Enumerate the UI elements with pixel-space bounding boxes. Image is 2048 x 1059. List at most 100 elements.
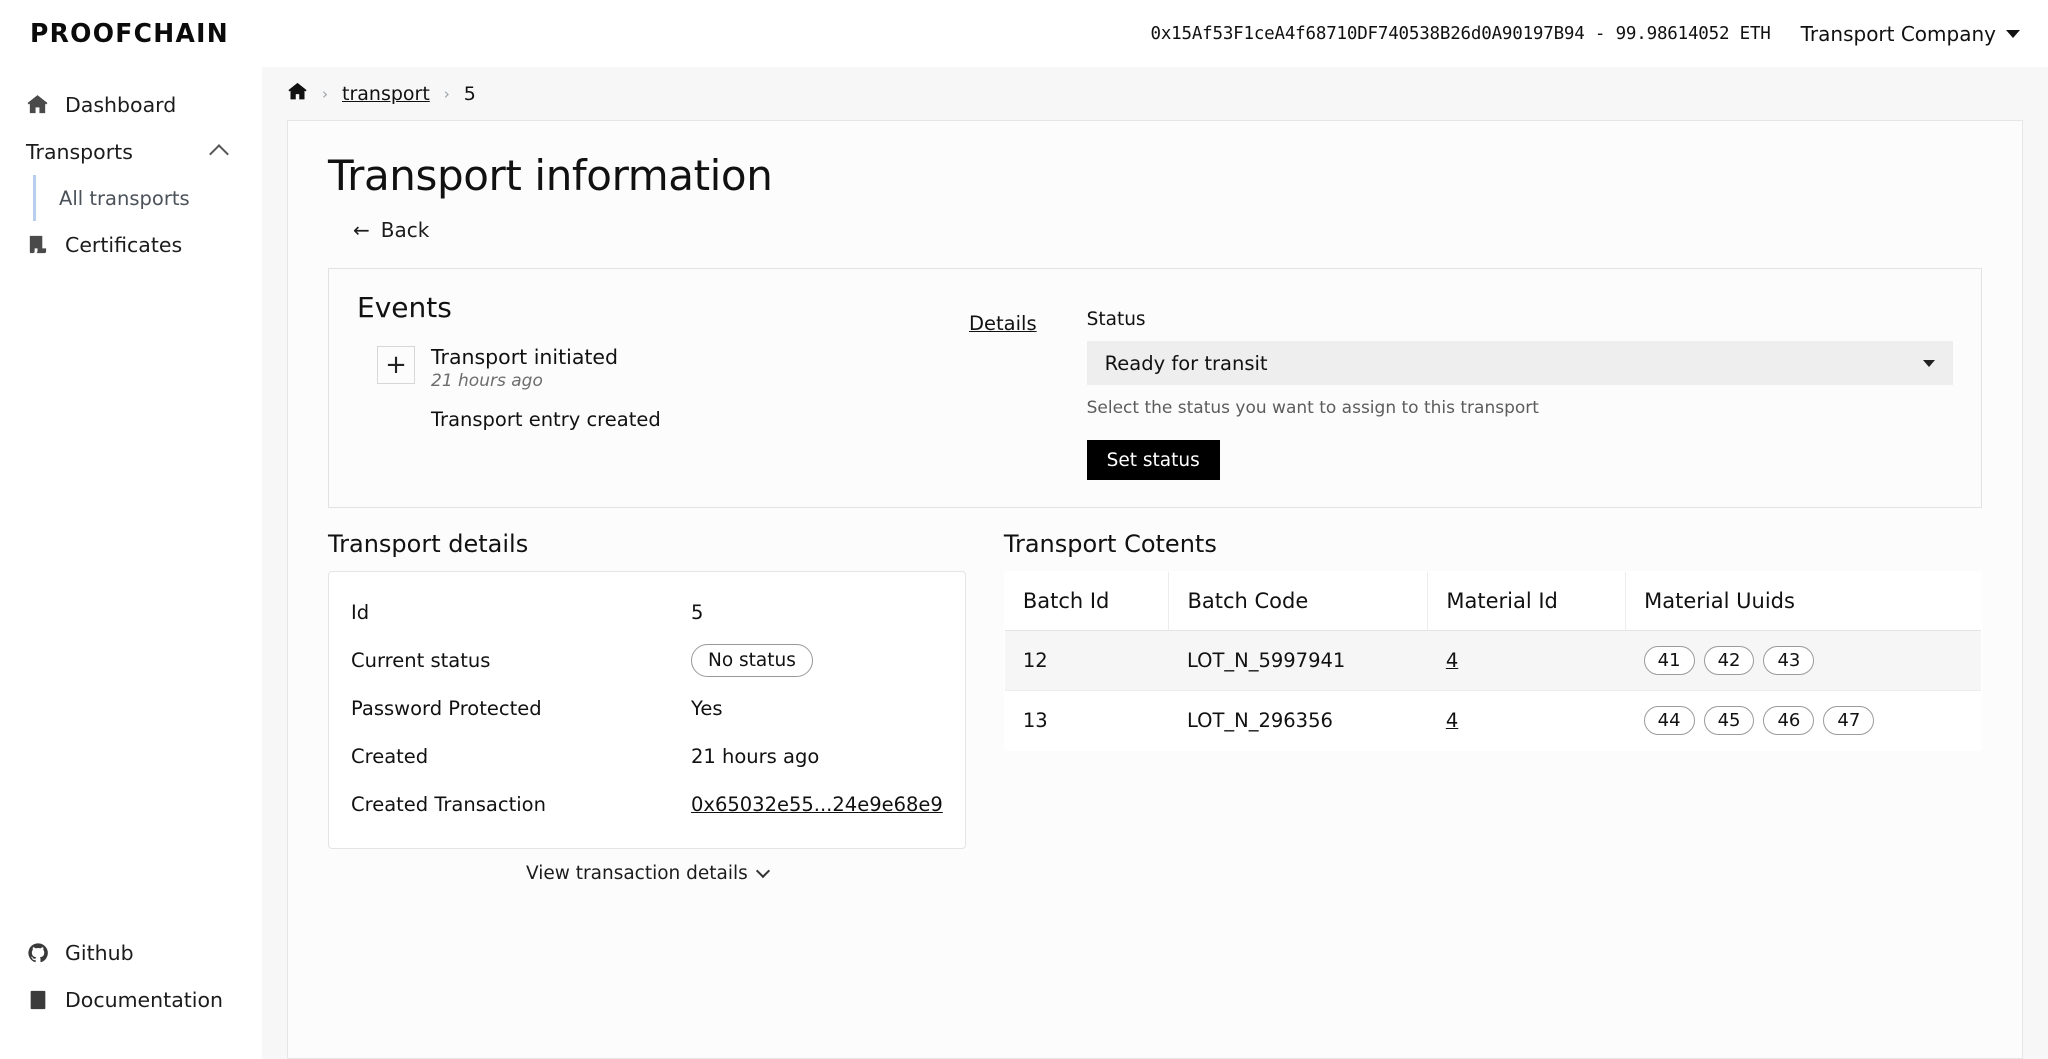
page-card: Transport information ← Back Events + Tr…	[287, 120, 2023, 1059]
sidebar-item-certificates[interactable]: Certificates	[0, 221, 262, 268]
event-timestamp: 21 hours ago	[431, 371, 543, 391]
sidebar-item-label: Certificates	[65, 232, 183, 257]
transport-details-card: Id 5 Current status No status Password Prote…	[328, 571, 966, 849]
body: Dashboard Transports All transports Cert…	[0, 67, 2048, 1059]
breadcrumb-separator: ›	[443, 84, 450, 103]
back-button[interactable]: ← Back	[353, 218, 429, 242]
account-name: Transport Company	[1800, 21, 1996, 46]
set-status-button[interactable]: Set status	[1086, 440, 1220, 480]
breadcrumb: › transport › 5	[262, 67, 2048, 120]
detail-value: Yes	[691, 696, 723, 720]
detail-row: Id 5	[351, 588, 943, 636]
expand-event-button[interactable]: +	[377, 346, 415, 384]
table-body: 12 LOT_N_5997941 4 41 42 43 13 LOT_N_296356 4 44 4…	[1004, 630, 1981, 751]
breadcrumb-current: 5	[463, 82, 476, 105]
status-badge: No status	[691, 643, 813, 677]
material-uuid-badge: 43	[1763, 646, 1815, 675]
table-row: 13 LOT_N_296356 4 44 45 46 47	[1005, 691, 1981, 751]
material-id-link[interactable]: 4	[1446, 709, 1458, 732]
transport-contents-table: Batch Id Batch Code Material Id Material Uu…	[1003, 571, 1982, 751]
material-uuid-list: 44 45 46 47	[1643, 706, 1963, 735]
app-root: PROOFCHAIN 0x15Af53F1ceA4f68710DF740538B…	[0, 0, 2048, 1059]
chevron-down-icon	[755, 863, 770, 879]
cell-batch-code: LOT_N_5997941	[1168, 630, 1428, 691]
sidebar-item-label: Github	[65, 940, 134, 965]
sidebar: Dashboard Transports All transports Cert…	[0, 67, 262, 1059]
transport-details-column: Transport details Id 5 Current status No st…	[328, 530, 966, 884]
status-field-hint: Select the status you want to assign to …	[1086, 398, 1539, 418]
view-transaction-details-toggle[interactable]: View transaction details	[328, 863, 966, 884]
event-name: Transport initiated	[431, 345, 619, 369]
events-left-column: Events + Transport initiated 21 hours ag…	[357, 291, 969, 481]
sidebar-nav-top: Dashboard Transports All transports Cert…	[0, 81, 262, 268]
detail-key: Password Protected	[351, 696, 542, 720]
breadcrumb-separator: ›	[322, 84, 328, 103]
lower-section: Transport details Id 5 Current status No st…	[328, 530, 1982, 884]
arrow-left-icon: ←	[353, 218, 370, 242]
back-button-label: Back	[380, 218, 430, 242]
top-bar-right: 0x15Af53F1ceA4f68710DF740538B26d0A90197B…	[1150, 22, 2020, 46]
top-bar: PROOFCHAIN 0x15Af53F1ceA4f68710DF740538B…	[0, 0, 2048, 67]
material-uuid-badge: 46	[1763, 706, 1815, 735]
table-header-row: Batch Id Batch Code Material Id Material Uu…	[1004, 572, 1981, 631]
detail-value[interactable]: 0x65032e55...24e9e68e9	[691, 793, 943, 816]
book-icon	[26, 988, 49, 1011]
material-uuid-badge: 47	[1823, 706, 1875, 735]
detail-key: Current status	[351, 648, 491, 672]
detail-value: No status	[691, 643, 813, 677]
material-uuid-badge: 41	[1643, 646, 1695, 675]
status-field-label: Status	[1086, 309, 1146, 330]
events-panel: Events + Transport initiated 21 hours ag…	[328, 268, 1982, 508]
transaction-hash-link[interactable]: 0x65032e55...24e9e68e9	[691, 793, 943, 816]
status-select-value: Ready for transit	[1104, 351, 1268, 375]
material-uuid-list: 41 42 43	[1643, 646, 1963, 675]
sidebar-nav-bottom: Github Documentation	[0, 929, 262, 1059]
table-header: Batch Id Batch Code Material Id Material Uu…	[1004, 572, 1981, 631]
material-uuid-badge: 44	[1643, 706, 1695, 735]
sidebar-item-github[interactable]: Github	[0, 929, 262, 976]
cell-material-uuids: 44 45 46 47	[1626, 691, 1981, 751]
breadcrumb-link-transport[interactable]: transport	[342, 83, 430, 105]
detail-row: Created Transaction 0x65032e55...24e9e68e…	[351, 780, 943, 828]
sidebar-subitem-label: All transports	[59, 186, 190, 210]
content-area: › transport › 5 Transport information ← …	[262, 67, 2048, 1059]
sidebar-item-all-transports[interactable]: All transports	[33, 175, 262, 221]
chevron-down-icon	[1923, 359, 1935, 367]
detail-value: 5	[691, 600, 704, 624]
cell-material-uuids: 41 42 43	[1625, 630, 1981, 691]
sidebar-group-transports[interactable]: Transports	[0, 128, 262, 175]
table-column-header: Material Id	[1427, 572, 1627, 631]
transport-contents-title: Transport Cotents	[1003, 530, 1217, 558]
cell-batch-code: LOT_N_296356	[1186, 709, 1333, 732]
certificate-scroll-icon	[26, 233, 49, 256]
app-logo[interactable]: PROOFCHAIN	[30, 19, 229, 49]
cell-material-id: 4	[1427, 630, 1626, 691]
table-column-header: Batch Id	[1004, 572, 1170, 631]
material-uuid-badge: 42	[1703, 646, 1755, 675]
breadcrumb-home-icon[interactable]	[287, 81, 308, 107]
sidebar-item-label: Dashboard	[65, 92, 177, 117]
sidebar-item-documentation[interactable]: Documentation	[0, 976, 262, 1023]
cell-batch-id: 12	[1004, 630, 1169, 691]
detail-key: Created	[351, 744, 429, 768]
table-column-header: Material Uuids	[1625, 572, 1981, 631]
cell-batch-id: 13	[1022, 709, 1048, 732]
page-title: Transport information	[328, 151, 773, 200]
detail-row: Created 21 hours ago	[351, 732, 943, 780]
detail-key: Id	[351, 600, 370, 624]
chevron-up-icon	[209, 144, 229, 164]
detail-row: Current status No status	[351, 636, 943, 684]
status-select[interactable]: Ready for transit	[1086, 341, 1953, 385]
material-id-link[interactable]: 4	[1446, 649, 1458, 672]
event-details-link[interactable]: Details	[969, 312, 1037, 481]
material-uuid-badge: 45	[1703, 706, 1755, 735]
status-form: Status Ready for transit Select the stat…	[1037, 291, 1953, 481]
event-description: Transport entry created	[431, 408, 661, 431]
sidebar-item-dashboard[interactable]: Dashboard	[0, 81, 262, 128]
account-menu[interactable]: Transport Company	[1801, 22, 2020, 46]
event-info: Transport initiated 21 hours ago Transpo…	[431, 344, 661, 431]
chevron-down-icon	[2006, 29, 2020, 38]
transport-details-title: Transport details	[328, 530, 529, 558]
sidebar-item-label: Documentation	[65, 987, 224, 1012]
cell-material-id: 4	[1428, 691, 1626, 751]
